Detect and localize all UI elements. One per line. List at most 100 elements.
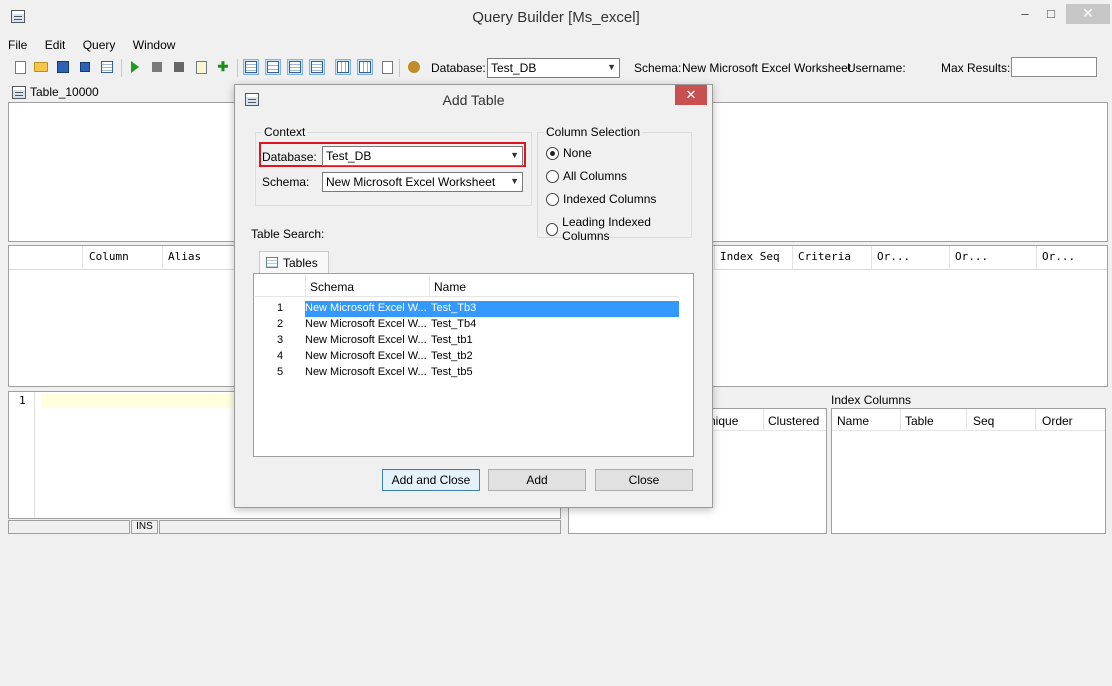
indexes-header-clustered[interactable]: Clustered	[768, 414, 819, 428]
dialog-schema-label: Schema:	[262, 175, 310, 189]
maximize-button[interactable]: □	[1036, 6, 1066, 24]
add-table-dialog: Add Table ✕ Context Database: Test_DB ▼ …	[234, 84, 713, 508]
row-name: Test_Tb4	[431, 318, 477, 330]
table-row[interactable]: 4 New Microsoft Excel W... Test_tb2	[255, 349, 679, 365]
row-schema: New Microsoft Excel W...	[305, 302, 427, 314]
menu-window[interactable]: Window	[133, 38, 176, 52]
menu-edit[interactable]: Edit	[45, 38, 66, 52]
index-columns-header: Name Table Seq Order	[832, 409, 1105, 431]
radio-leading-indexed-columns[interactable]: Leading Indexed Columns	[546, 215, 691, 243]
radio-indexed-columns[interactable]: Indexed Columns	[546, 192, 656, 206]
status-ins: INS	[131, 520, 158, 534]
column-header-or-2[interactable]: Or...	[955, 250, 988, 263]
menu-file[interactable]: File	[8, 38, 27, 52]
group-by-toggle-icon[interactable]	[357, 59, 373, 75]
column-header-or-1[interactable]: Or...	[877, 250, 910, 263]
max-results-input[interactable]	[1011, 57, 1097, 77]
window-title: Query Builder [Ms_excel]	[472, 9, 640, 26]
row-schema: New Microsoft Excel W...	[305, 334, 427, 346]
table-tab[interactable]: Table_10000	[12, 84, 99, 100]
radio-none-label: None	[563, 146, 592, 160]
join-toggle-icon[interactable]	[335, 59, 351, 75]
window-close-button[interactable]: ✕	[1066, 4, 1110, 24]
tables-header-name[interactable]: Name	[434, 280, 466, 294]
dialog-database-value: Test_DB	[326, 149, 372, 163]
new-query-icon[interactable]	[12, 59, 28, 75]
table-tab-label: Table_10000	[30, 85, 99, 99]
column-header-index-seq[interactable]: Index Seq	[720, 250, 780, 263]
tables-grid-header: Schema Name	[255, 275, 679, 297]
index-columns-pane[interactable]: Name Table Seq Order	[831, 408, 1106, 534]
radio-dot	[546, 169, 559, 183]
chevron-down-icon: ▼	[607, 62, 616, 72]
table-icon	[266, 257, 278, 268]
index-col-order[interactable]: Order	[1042, 414, 1073, 428]
dialog-schema-combo[interactable]: New Microsoft Excel Worksheet ▼	[322, 172, 523, 192]
radio-dot	[546, 222, 559, 236]
radio-none[interactable]: None	[546, 146, 592, 160]
chevron-down-icon: ▼	[510, 150, 519, 160]
dialog-close-button[interactable]: ✕	[675, 85, 707, 105]
table-icon	[12, 85, 26, 99]
column-header-or-3[interactable]: Or...	[1042, 250, 1075, 263]
status-cell-position	[8, 520, 130, 534]
database-combo[interactable]: Test_DB ▼	[487, 58, 620, 78]
index-col-table[interactable]: Table	[905, 414, 934, 428]
index-col-name[interactable]: Name	[837, 414, 869, 428]
tables-tab[interactable]: Tables	[259, 251, 329, 273]
tables-grid[interactable]: Schema Name 1 New Microsoft Excel W... T…	[253, 273, 694, 457]
max-results-label: Max Results:	[941, 61, 1011, 75]
radio-all-columns[interactable]: All Columns	[546, 169, 627, 183]
table-row[interactable]: 2 New Microsoft Excel W... Test_Tb4	[255, 317, 679, 333]
execute-icon[interactable]	[127, 59, 143, 75]
row-name: Test_tb2	[431, 350, 473, 362]
add-table-icon[interactable]: ✚	[215, 59, 231, 75]
column-header-criteria[interactable]: Criteria	[798, 250, 851, 263]
column-header-alias[interactable]: Alias	[168, 250, 201, 263]
status-cell-info	[159, 520, 561, 534]
column-header-column[interactable]: Column	[89, 250, 129, 263]
column-selection-title: Column Selection	[544, 125, 643, 139]
radio-indexed-columns-label: Indexed Columns	[563, 192, 657, 206]
dialog-database-combo[interactable]: Test_DB ▼	[322, 146, 523, 166]
username-label: Username:	[847, 61, 906, 75]
stop-icon[interactable]	[171, 59, 187, 75]
row-schema: New Microsoft Excel W...	[305, 366, 427, 378]
tables-tab-label: Tables	[283, 255, 318, 270]
open-folder-icon[interactable]	[33, 59, 49, 75]
execute-step-icon[interactable]	[149, 59, 165, 75]
row-schema: New Microsoft Excel W...	[305, 318, 427, 330]
add-and-close-button[interactable]: Add and Close	[382, 469, 480, 491]
dialog-title: Add Table	[442, 92, 505, 108]
explain-plan-icon[interactable]	[193, 59, 209, 75]
schema-value: New Microsoft Excel Worksheet	[682, 61, 852, 75]
connection-icon[interactable]	[406, 59, 422, 75]
radio-leading-indexed-columns-label: Leading Indexed Columns	[562, 215, 651, 243]
radio-dot-checked	[546, 146, 559, 160]
sql-pane-toggle-icon[interactable]	[287, 59, 303, 75]
schema-label: Schema:	[634, 61, 682, 75]
query-properties-icon[interactable]	[99, 59, 115, 75]
radio-dot	[546, 192, 559, 206]
dialog-database-label: Database:	[262, 150, 317, 164]
tables-pane-toggle-icon[interactable]	[243, 59, 259, 75]
save-icon[interactable]	[55, 59, 71, 75]
tables-header-schema[interactable]: Schema	[310, 280, 354, 294]
table-row[interactable]: 3 New Microsoft Excel W... Test_tb1	[255, 333, 679, 349]
save-as-icon[interactable]	[77, 59, 93, 75]
close-button[interactable]: Close	[595, 469, 693, 491]
menu-query[interactable]: Query	[83, 38, 116, 52]
tables-grid-body: 1 New Microsoft Excel W... Test_Tb3 2 Ne…	[255, 301, 679, 383]
index-columns-title: Index Columns	[831, 393, 912, 407]
dialog-title-bar: Add Table ✕	[235, 85, 712, 113]
index-col-seq[interactable]: Seq	[973, 414, 994, 428]
table-row[interactable]: 1 New Microsoft Excel W... Test_Tb3	[255, 301, 679, 317]
results-pane-toggle-icon[interactable]	[309, 59, 325, 75]
add-button[interactable]: Add	[488, 469, 586, 491]
table-row[interactable]: 5 New Microsoft Excel W... Test_tb5	[255, 365, 679, 381]
row-number: 3	[276, 334, 284, 346]
indexes-header-unique[interactable]: nique	[709, 414, 738, 428]
row-number: 1	[276, 302, 284, 314]
clear-icon[interactable]	[379, 59, 395, 75]
columns-pane-toggle-icon[interactable]	[265, 59, 281, 75]
